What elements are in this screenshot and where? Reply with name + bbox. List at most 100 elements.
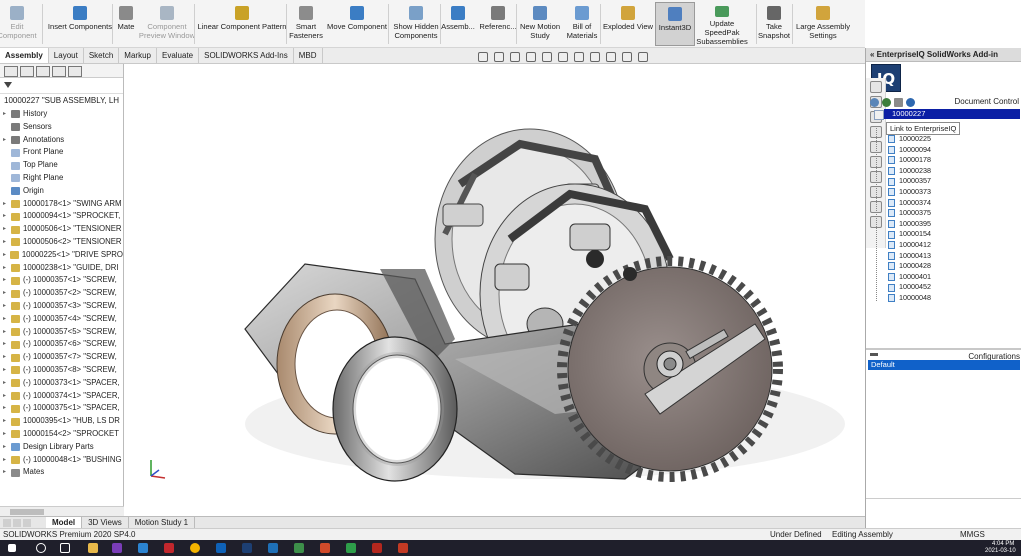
ribbon-button-new-motion-study[interactable]: New Motion Study xyxy=(518,2,562,46)
folder-icon[interactable] xyxy=(894,97,903,107)
ribbon-button-smart-fasteners[interactable]: Smart Fasteners xyxy=(288,2,324,46)
feature-tree-item[interactable]: ▸ Mates xyxy=(0,466,123,479)
ribbon-button-edit-component[interactable]: Edit Component xyxy=(0,2,37,46)
camtasia-icon[interactable] xyxy=(346,543,356,553)
expand-icon[interactable]: ▸ xyxy=(3,351,9,364)
expand-icon[interactable]: ▸ xyxy=(3,326,9,339)
feature-tree-item[interactable]: ▸ (-) 10000357<3> "SCREW, xyxy=(0,300,123,313)
scrollbar-thumb[interactable] xyxy=(10,509,44,515)
tab-scroll-arrows[interactable] xyxy=(0,517,46,528)
ribbon-button-large-assembly-settings[interactable]: Large Assembly Settings xyxy=(794,2,852,46)
ribbon-button-linear-component-pattern[interactable]: Linear Component Pattern xyxy=(196,2,288,46)
document-tree-item[interactable]: 10000412 xyxy=(888,240,931,251)
document-tree-item[interactable]: 10000373 xyxy=(888,187,931,198)
tab-sketch[interactable]: Sketch xyxy=(84,48,120,63)
document-tree-item[interactable]: 10000452 xyxy=(888,282,931,293)
configuration-manager-icon[interactable] xyxy=(36,66,50,77)
ribbon-button-update-speedpak-subassemblies[interactable]: Update SpeedPak Subassemblies xyxy=(694,2,750,46)
app-icon[interactable] xyxy=(294,543,304,553)
feature-tree-icon[interactable] xyxy=(4,66,18,77)
feature-tree-item[interactable]: ▸ 10000094<1> "SPROCKET, xyxy=(0,210,123,223)
expand-icon[interactable]: ▸ xyxy=(3,300,9,313)
expand-icon[interactable]: ▸ xyxy=(3,402,9,415)
feature-tree-item[interactable]: ▸ (-) 10000357<8> "SCREW, xyxy=(0,364,123,377)
document-tree-item[interactable]: 10000225 xyxy=(888,134,931,145)
expand-icon[interactable]: ▸ xyxy=(3,210,9,223)
scroll-prev-icon[interactable] xyxy=(13,518,21,527)
feature-tree-item[interactable]: ▸ (-) 10000373<1> "SPACER, xyxy=(0,377,123,390)
expand-icon[interactable]: ▸ xyxy=(3,223,9,236)
chrome-icon[interactable] xyxy=(190,543,200,553)
ribbon-button-exploded-view[interactable]: Exploded View xyxy=(602,2,654,46)
link-icon[interactable] xyxy=(882,97,891,107)
previous-view-icon[interactable] xyxy=(510,52,520,62)
tab-3d-views[interactable]: 3D Views xyxy=(82,517,129,528)
tab-assembly[interactable]: Assembly xyxy=(0,48,49,63)
units-status[interactable]: MMGS xyxy=(960,529,985,540)
ribbon-button-assemb[interactable]: Assemb... xyxy=(441,2,475,46)
users-icon[interactable] xyxy=(906,97,915,107)
expand-icon[interactable]: ▸ xyxy=(3,390,9,403)
onenote-icon[interactable] xyxy=(112,543,122,553)
windows-start-icon[interactable] xyxy=(8,544,16,552)
document-tree-item[interactable]: 10000375 xyxy=(888,208,931,219)
feature-tree-item[interactable]: Sensors xyxy=(0,121,123,134)
teams-icon[interactable] xyxy=(268,543,278,553)
ribbon-button-mate[interactable]: Mate xyxy=(114,2,138,46)
feature-tree-item[interactable]: ▸ 10000506<2> "TENSIONER xyxy=(0,236,123,249)
solidworks-icon[interactable] xyxy=(164,543,174,553)
search-icon[interactable] xyxy=(36,543,46,553)
ribbon-button-move-component[interactable]: Move Component xyxy=(324,2,390,46)
panel-divider[interactable] xyxy=(866,348,1021,350)
expand-icon[interactable]: ▸ xyxy=(3,338,9,351)
scroll-first-icon[interactable] xyxy=(3,518,11,527)
document-tree-item[interactable]: 10000154 xyxy=(888,229,931,240)
app-red-icon[interactable] xyxy=(398,543,408,553)
document-tree-item[interactable]: 10000357 xyxy=(888,176,931,187)
feature-tree-item[interactable]: Right Plane xyxy=(0,172,123,185)
feature-tree-item[interactable]: ▸ 10000238<1> "GUIDE, DRI xyxy=(0,262,123,275)
view-settings-icon[interactable] xyxy=(622,52,632,62)
recorder-icon[interactable] xyxy=(372,543,382,553)
ribbon-button-show-hidden-components[interactable]: Show Hidden Components xyxy=(390,2,442,46)
expand-icon[interactable]: ▸ xyxy=(3,454,9,467)
feature-tree-item[interactable]: ▸ 10000178<1> "SWING ARM xyxy=(0,198,123,211)
feature-tree-item[interactable]: ▸ (-) 10000357<7> "SCREW, xyxy=(0,351,123,364)
feature-tree-item[interactable]: ▸ History xyxy=(0,108,123,121)
expand-icon[interactable]: ▸ xyxy=(3,262,9,275)
display-style-icon[interactable] xyxy=(558,52,568,62)
clock-time[interactable]: 4:04 PM xyxy=(992,541,1014,547)
expand-icon[interactable]: ▸ xyxy=(3,134,9,147)
outlook-icon[interactable] xyxy=(216,543,226,553)
feature-tree-item[interactable]: ▸ Design Library Parts xyxy=(0,441,123,454)
task-view-icon[interactable] xyxy=(60,543,70,553)
expand-icon[interactable]: ▸ xyxy=(3,274,9,287)
feature-tree-item[interactable]: Top Plane xyxy=(0,159,123,172)
section-view-icon[interactable] xyxy=(526,52,536,62)
tab-layout[interactable]: Layout xyxy=(49,48,84,63)
monitor-icon[interactable] xyxy=(638,52,648,62)
feature-tree-item[interactable]: ▸ (-) 10000357<4> "SCREW, xyxy=(0,313,123,326)
zoom-area-icon[interactable] xyxy=(494,52,504,62)
assembly-model-view[interactable] xyxy=(125,64,865,516)
feature-tree-item[interactable]: ▸ 10000506<1> "TENSIONER xyxy=(0,223,123,236)
home-icon[interactable] xyxy=(870,81,882,93)
feature-tree-item[interactable]: ▸ (-) 10000357<1> "SCREW, xyxy=(0,274,123,287)
scroll-next-icon[interactable] xyxy=(23,518,31,527)
feature-tree-item[interactable]: ▸ 10000154<2> "SPROCKET xyxy=(0,428,123,441)
feature-tree-item[interactable]: ▸ Annotations xyxy=(0,134,123,147)
document-tree-item[interactable]: 10000238 xyxy=(888,166,931,177)
expand-icon[interactable]: ▸ xyxy=(3,428,9,441)
hide-show-items-icon[interactable] xyxy=(574,52,584,62)
collapse-icon[interactable] xyxy=(870,353,878,356)
configuration-default[interactable]: Default xyxy=(868,360,1020,370)
feature-tree-item[interactable]: ▸ (-) 10000357<5> "SCREW, xyxy=(0,326,123,339)
expand-icon[interactable]: ▸ xyxy=(3,249,8,262)
tab-model[interactable]: Model xyxy=(46,517,83,528)
document-tree-item[interactable]: 10000374 xyxy=(888,198,931,209)
enterpriseiq-icon[interactable] xyxy=(242,543,252,553)
ribbon-button-instant3d[interactable]: Instant3D xyxy=(655,2,695,46)
expand-icon[interactable]: ▸ xyxy=(3,198,9,211)
document-tree-item[interactable]: 10000395 xyxy=(888,219,931,230)
document-tree-item[interactable]: 10000428 xyxy=(888,261,931,272)
